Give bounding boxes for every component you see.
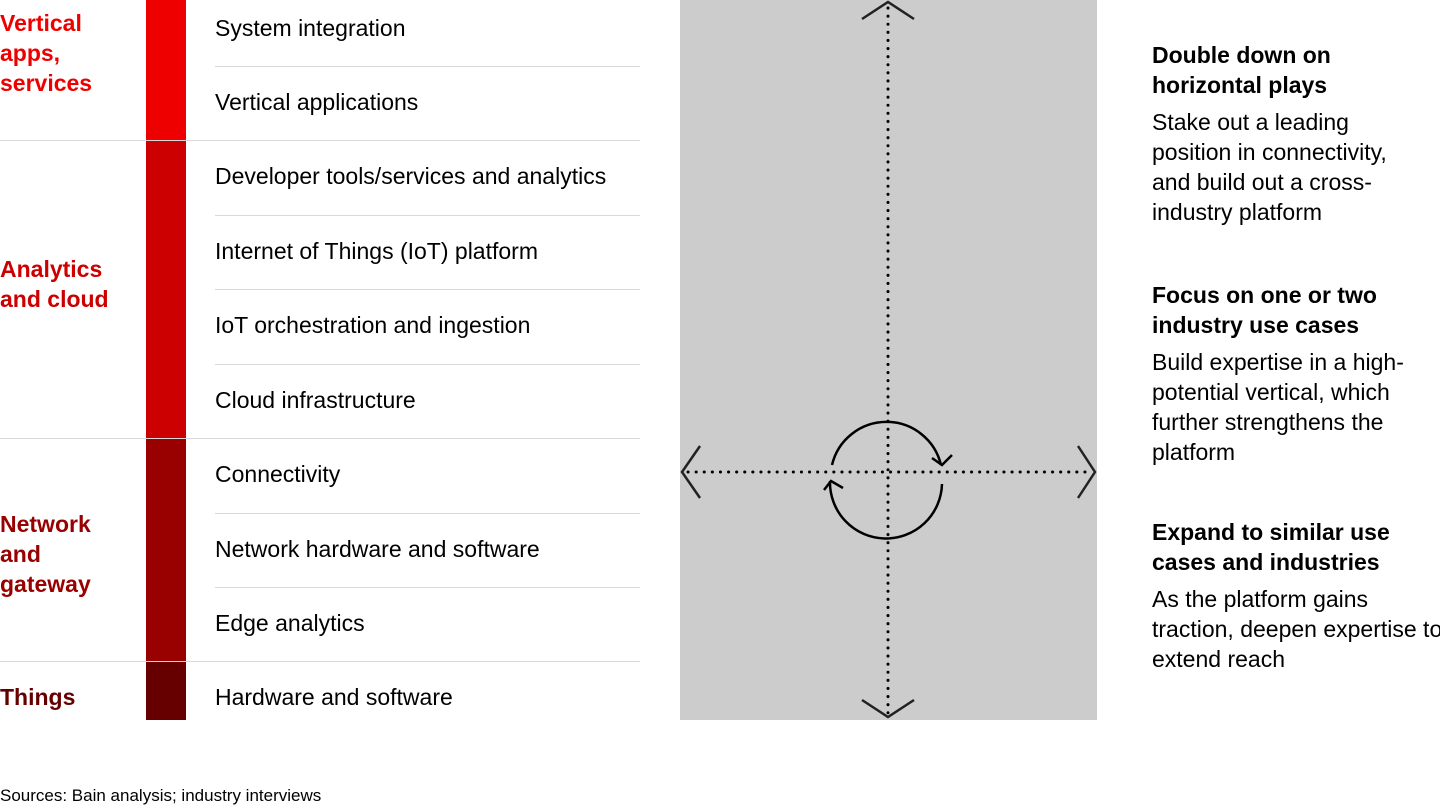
label-line: Network	[0, 511, 91, 537]
stack-row: Network hardware and software	[215, 512, 640, 586]
stack-row: Edge analytics	[215, 586, 640, 660]
cycle-arrows-icon	[823, 420, 953, 540]
row-label: Cloud infrastructure	[215, 386, 416, 413]
strategy-body: Build expertise in a high-potential vert…	[1152, 349, 1404, 465]
cycle-arc-bottom	[828, 480, 944, 540]
layer-label-things: Things	[0, 682, 75, 712]
row-label: Vertical applications	[215, 88, 419, 115]
stack-row: IoT orchestration and ingestion	[215, 288, 640, 362]
row-label: System integration	[215, 14, 406, 41]
strategy-title: Focus on one or two industry use cases	[1152, 282, 1377, 338]
strategy-title: Expand to similar use cases and industri…	[1152, 519, 1390, 575]
row-label: Hardware and software	[215, 683, 453, 710]
row-label: Edge analytics	[215, 609, 365, 636]
axes-diagram	[680, 0, 1097, 719]
layer-bar-analytics-cloud	[146, 141, 186, 439]
row-label: Internet of Things (IoT) platform	[215, 237, 538, 264]
label-line: services	[0, 70, 93, 96]
stack-row: Connectivity	[215, 437, 640, 511]
stack-row: Cloud infrastructure	[215, 363, 640, 437]
layer-label-vertical-apps: Vertical apps, services	[0, 8, 92, 98]
label-line: apps,	[0, 40, 61, 66]
source-note: Sources: Bain analysis; industry intervi…	[0, 786, 322, 805]
cycle-arc-top	[830, 420, 943, 466]
layer-label-network-gateway: Network and gateway	[0, 509, 91, 599]
stack-row: Internet of Things (IoT) platform	[215, 214, 640, 288]
label-line: Things	[0, 684, 76, 710]
layer-label-analytics-cloud: Analytics and cloud	[0, 254, 109, 314]
strategy-body: As the platform gains traction, deepen e…	[1152, 586, 1440, 672]
layer-bar-vertical-apps	[146, 0, 186, 141]
label-line: Vertical	[0, 10, 82, 36]
cycle-arrowhead-left	[823, 479, 844, 491]
layer-bar-things	[146, 662, 186, 720]
label-line: and	[0, 541, 41, 567]
strategy-body: Stake out a leading position in connecti…	[1152, 109, 1387, 225]
cycle-arrowhead-right	[931, 454, 953, 467]
label-line: and cloud	[0, 286, 109, 312]
row-label: IoT orchestration and ingestion	[215, 311, 531, 338]
label-line: Analytics	[0, 256, 103, 282]
label-line: gateway	[0, 571, 91, 597]
strategy-vertical: Focus on one or two industry use cases B…	[1152, 280, 1440, 467]
layer-bar-network-gateway	[146, 439, 186, 662]
stack-row: Hardware and software	[215, 660, 640, 734]
strategy-horizontal: Double down on horizontal plays Stake ou…	[1152, 40, 1440, 227]
strategy-title: Double down on horizontal plays	[1152, 42, 1331, 98]
row-label: Developer tools/services and analytics	[215, 162, 607, 189]
strategy-expand: Expand to similar use cases and industri…	[1152, 517, 1440, 674]
arrow-down-icon	[861, 698, 915, 719]
stack-row: Developer tools/services and analytics	[215, 139, 640, 213]
row-label: Network hardware and software	[215, 535, 540, 562]
stack-row: Vertical applications	[215, 65, 640, 139]
stack-row: System integration	[215, 0, 640, 65]
row-label: Connectivity	[215, 460, 341, 487]
